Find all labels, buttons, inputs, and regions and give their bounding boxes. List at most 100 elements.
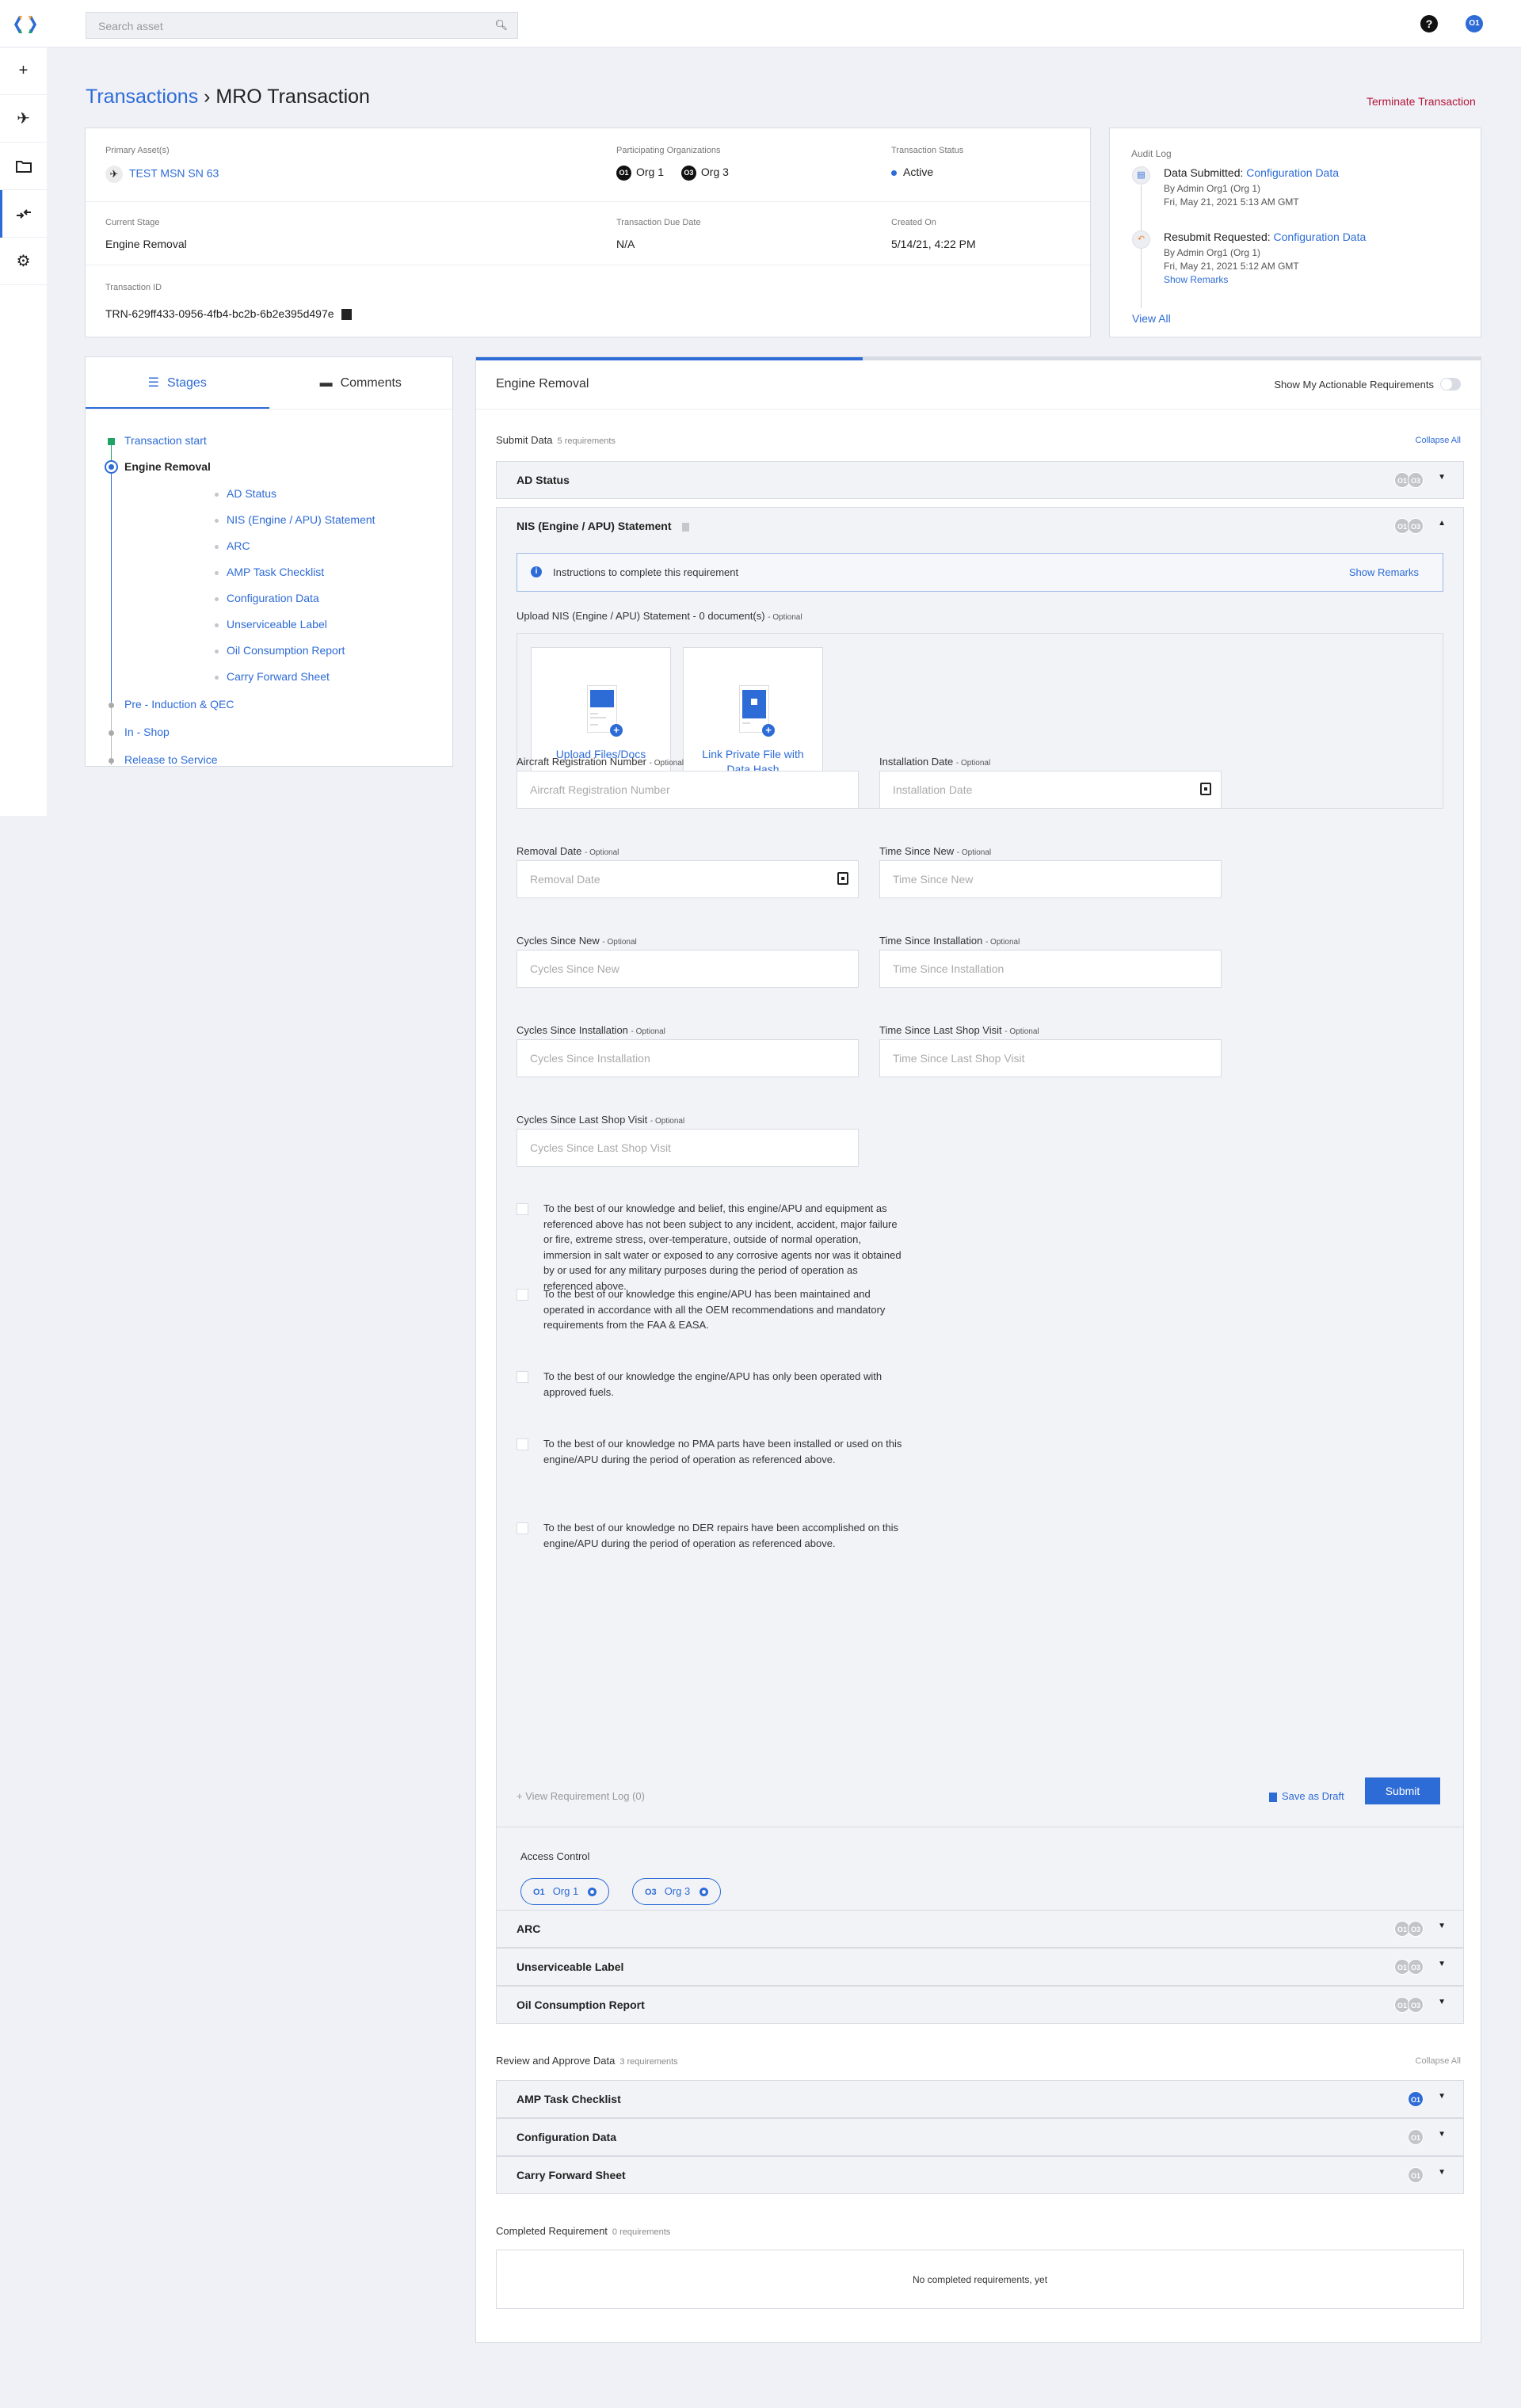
chevron-up-icon[interactable]: ▲: [1438, 519, 1446, 528]
nav-folders[interactable]: [0, 143, 47, 190]
submit-data-heading: Submit Data 5 requirements: [496, 434, 616, 446]
stage-sub-item[interactable]: Oil Consumption Report: [227, 644, 345, 657]
statement-checkbox[interactable]: [517, 1289, 528, 1301]
chevron-down-icon[interactable]: ▼: [1438, 1998, 1446, 2006]
transactions-icon: [16, 208, 31, 219]
app-logo[interactable]: [11, 14, 40, 35]
access-org-pill[interactable]: O3 Org 3: [632, 1878, 722, 1905]
input-field[interactable]: Time Since New: [879, 860, 1222, 898]
stage-release-to-service[interactable]: Release to Service: [124, 753, 218, 766]
chevron-down-icon[interactable]: ▼: [1438, 2168, 1446, 2177]
access-org-pill[interactable]: O1 Org 1: [520, 1878, 610, 1905]
upload-label: Upload NIS (Engine / APU) Statement - 0 …: [517, 610, 802, 622]
audit-by: By Admin Org1 (Org 1): [1164, 183, 1261, 194]
stage-engine-removal[interactable]: Engine Removal: [124, 460, 211, 473]
stage-sub-item[interactable]: Carry Forward Sheet: [227, 670, 330, 683]
org-badge: O1: [533, 1888, 545, 1897]
actionable-requirements-toggle[interactable]: [1440, 378, 1461, 391]
eye-icon[interactable]: [588, 1888, 597, 1897]
input-field[interactable]: Removal Date: [517, 860, 859, 898]
input-field[interactable]: Installation Date: [879, 771, 1222, 809]
stage-transaction-start[interactable]: Transaction start: [124, 434, 207, 447]
stage-sub-item[interactable]: AMP Task Checklist: [227, 566, 324, 578]
input-field[interactable]: Cycles Since New: [517, 950, 859, 988]
field-placeholder: Cycles Since Last Shop Visit: [530, 1141, 671, 1154]
requirement-nis-statement[interactable]: NIS (Engine / APU) Statement O1 O3 ▲: [496, 507, 1464, 545]
stage-title: Engine Removal: [496, 377, 589, 391]
bullet-icon: [215, 519, 219, 523]
eye-icon[interactable]: [700, 1888, 709, 1897]
view-requirement-log-link[interactable]: + View Requirement Log (0): [517, 1790, 645, 1802]
breadcrumb-transactions[interactable]: Transactions: [86, 86, 198, 108]
statement-checkbox[interactable]: [517, 1438, 528, 1450]
requirement-amp-task-checklist[interactable]: AMP Task Checklist O1 ▼: [496, 2080, 1464, 2118]
status-badge: Active: [891, 166, 933, 178]
stage-in-shop[interactable]: In - Shop: [124, 726, 170, 738]
chevron-down-icon[interactable]: ▼: [1438, 1922, 1446, 1930]
view-all-link[interactable]: View All: [1132, 312, 1171, 325]
save-as-draft-button[interactable]: Save as Draft: [1269, 1790, 1344, 1802]
nis-requirement-body: i Instructions to complete this requirem…: [496, 545, 1464, 1936]
input-field[interactable]: Cycles Since Installation: [517, 1039, 859, 1077]
info-row-2: Current Stage Engine Removal Transaction…: [86, 202, 1090, 265]
audit-log-card: Audit Log ▤ Data Submitted: Configuratio…: [1109, 128, 1481, 337]
submit-button[interactable]: Submit: [1365, 1777, 1440, 1804]
tab-comments[interactable]: ▬ Comments: [269, 357, 453, 409]
chevron-down-icon[interactable]: ▼: [1438, 473, 1446, 482]
collapse-all-link[interactable]: Collapse All: [1416, 436, 1461, 445]
search-icon[interactable]: 🔍︎: [494, 19, 508, 32]
requirement-oil-consumption[interactable]: Oil Consumption Report O1 O3 ▼: [496, 1986, 1464, 2024]
audit-time: Fri, May 21, 2021 5:12 AM GMT: [1164, 261, 1299, 272]
nav-settings[interactable]: ⚙︎: [0, 238, 47, 285]
nav-assets[interactable]: ✈︎: [0, 95, 47, 143]
chevron-down-icon[interactable]: ▼: [1438, 2092, 1446, 2101]
audit-target-link[interactable]: Configuration Data: [1246, 166, 1339, 179]
chevron-down-icon[interactable]: ▼: [1438, 1960, 1446, 1968]
nav-add[interactable]: +: [0, 48, 47, 95]
stage-sub-item[interactable]: Unserviceable Label: [227, 618, 327, 631]
statement-checkbox[interactable]: [517, 1371, 528, 1383]
stage-pre-induction[interactable]: Pre - Induction & QEC: [124, 698, 234, 711]
calendar-icon[interactable]: [837, 872, 848, 885]
copy-link-icon[interactable]: [341, 309, 353, 321]
user-avatar[interactable]: O1: [1466, 15, 1483, 32]
search-input[interactable]: Search asset 🔍︎: [86, 12, 518, 39]
org-badges: O1: [1408, 2129, 1424, 2145]
requirement-ad-status[interactable]: AD Status O1 O3 ▼: [496, 461, 1464, 499]
statement-checkbox[interactable]: [517, 1203, 528, 1215]
help-icon[interactable]: ?: [1420, 15, 1438, 32]
requirement-carry-forward-sheet[interactable]: Carry Forward Sheet O1 ▼: [496, 2156, 1464, 2194]
input-field[interactable]: Cycles Since Last Shop Visit: [517, 1129, 859, 1167]
calendar-icon[interactable]: [1200, 783, 1211, 795]
stage-sub-item[interactable]: Configuration Data: [227, 592, 319, 604]
audit-target-link[interactable]: Configuration Data: [1274, 231, 1367, 243]
collapse-all-link[interactable]: Collapse All: [1416, 2056, 1461, 2066]
input-field[interactable]: Time Since Installation: [879, 950, 1222, 988]
tab-stages[interactable]: ☰ Stages: [86, 357, 269, 409]
input-field[interactable]: Time Since Last Shop Visit: [879, 1039, 1222, 1077]
primary-asset-link[interactable]: TEST MSN SN 63: [129, 167, 219, 180]
requirement-name: AMP Task Checklist: [517, 2093, 621, 2105]
statement-checkbox[interactable]: [517, 1522, 528, 1534]
stage-sub-item[interactable]: NIS (Engine / APU) Statement: [227, 513, 375, 526]
created-on-label: Created On: [891, 218, 936, 227]
show-remarks-link[interactable]: Show Remarks: [1164, 273, 1366, 287]
chevron-down-icon[interactable]: ▼: [1438, 2130, 1446, 2139]
stage-marker-icon: [109, 730, 114, 736]
input-field[interactable]: Aircraft Registration Number: [517, 771, 859, 809]
transaction-id: TRN-629ff433-0956-4fb4-bc2b-6b2e395d497e: [105, 307, 353, 321]
org-badge: O1: [1408, 2091, 1424, 2107]
requirement-configuration-data[interactable]: Configuration Data O1 ▼: [496, 2118, 1464, 2156]
stage-sub-item[interactable]: AD Status: [227, 487, 276, 500]
document-upload-icon: +: [587, 685, 623, 737]
field-label: Cycles Since Last Shop Visit - Optional: [517, 1114, 684, 1126]
show-remarks-link[interactable]: Show Remarks: [1349, 566, 1419, 578]
stage-sub-item[interactable]: ARC: [227, 539, 250, 552]
requirement-unserviceable-label[interactable]: Unserviceable Label O1 O3 ▼: [496, 1948, 1464, 1986]
nav-transactions[interactable]: [0, 190, 47, 238]
field-label-text: Cycles Since Last Shop Visit: [517, 1114, 648, 1126]
requirement-arc[interactable]: ARC O1 O3 ▼: [496, 1910, 1464, 1948]
terminate-transaction-link[interactable]: Terminate Transaction: [1367, 95, 1476, 108]
instructions-banner: i Instructions to complete this requirem…: [517, 553, 1443, 592]
field-label-text: Removal Date: [517, 845, 582, 857]
